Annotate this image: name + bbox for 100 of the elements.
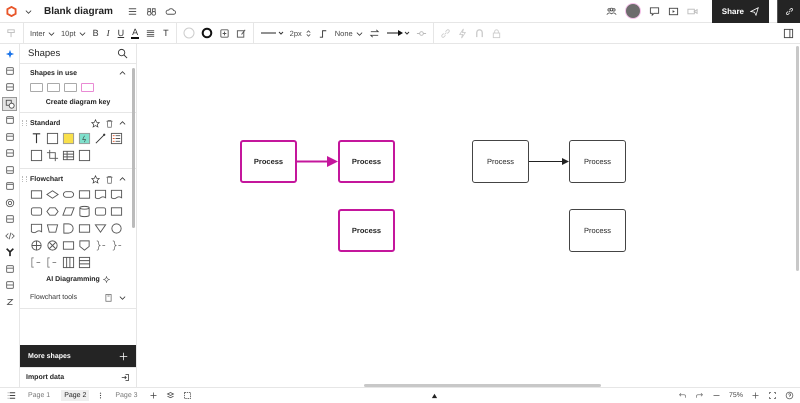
format-button[interactable]: I [106, 28, 111, 38]
plus-icon [119, 352, 128, 360]
line-shape-icon[interactable] [94, 132, 107, 145]
target-icon[interactable] [3, 196, 16, 208]
fit-screen-icon[interactable] [768, 391, 778, 400]
line-end-icon[interactable] [386, 29, 410, 37]
document-title[interactable]: Blank diagram [44, 6, 113, 16]
crop-shape-icon[interactable] [46, 149, 59, 162]
loop-shape-icon[interactable] [78, 222, 91, 235]
tape-shape-icon[interactable] [30, 222, 43, 235]
star-icon[interactable] [91, 175, 100, 184]
send-icon [750, 6, 759, 16]
stroke-circle-icon[interactable] [200, 27, 213, 39]
card-shape-icon[interactable] [78, 149, 91, 162]
binoculars-icon[interactable] [146, 6, 157, 16]
swimh-shape-icon[interactable] [78, 256, 91, 269]
redo-icon[interactable] [695, 391, 704, 400]
search-icon[interactable] [117, 48, 128, 59]
zoom-in-icon[interactable] [751, 391, 760, 400]
present-icon[interactable] [668, 6, 679, 16]
list-shape-icon[interactable] [110, 132, 123, 145]
caret-icon[interactable] [119, 294, 126, 301]
display-shape-icon[interactable] [62, 239, 75, 252]
link-icon [784, 6, 794, 16]
swimv-shape-icon[interactable] [62, 256, 75, 269]
connector-icon[interactable] [318, 28, 329, 38]
line-style-icon[interactable] [260, 29, 284, 37]
people-icon[interactable] [606, 6, 617, 16]
caret-icon [356, 30, 363, 36]
square-shape-icon[interactable] [46, 132, 59, 145]
text-color-button[interactable]: A [131, 27, 140, 39]
bracket2-shape-icon[interactable] [46, 256, 59, 269]
lightning-note-shape-icon[interactable] [78, 132, 91, 145]
swap-pages-icon[interactable] [182, 391, 192, 400]
drag-handle-icon[interactable] [22, 120, 27, 126]
offpage-shape-icon[interactable] [78, 239, 91, 252]
caret-icon[interactable] [119, 120, 126, 127]
multidoc-shape-icon[interactable] [110, 188, 123, 201]
para-shape-icon[interactable] [62, 205, 75, 218]
rect2-shape-icon[interactable] [30, 205, 43, 218]
text-shape-icon[interactable] [30, 132, 43, 145]
avatar[interactable] [624, 3, 641, 19]
code-icon[interactable] [3, 230, 16, 242]
clipboard-icon[interactable] [104, 293, 113, 302]
shape-options-icon[interactable] [218, 28, 230, 38]
format-button[interactable]: U [116, 28, 126, 38]
hexagon-shape-icon[interactable] [46, 205, 59, 218]
swap-icon[interactable] [368, 28, 380, 38]
circle-shape-icon[interactable] [110, 222, 123, 235]
horizontal-scrollbar[interactable] [364, 384, 601, 387]
page-list-icon[interactable] [6, 390, 17, 401]
text-options-button[interactable]: T [162, 28, 170, 38]
docshape-shape-icon[interactable] [94, 188, 107, 201]
rect-shape-icon[interactable] [30, 188, 43, 201]
style-icon[interactable] [236, 28, 247, 38]
delay-shape-icon[interactable] [62, 222, 75, 235]
branch-icon[interactable] [3, 246, 16, 258]
triangle-icon [431, 392, 438, 399]
sparkle-icon [102, 276, 110, 283]
cylinder-shape-icon[interactable] [78, 205, 91, 218]
connector-arrow[interactable] [529, 158, 569, 165]
star-icon[interactable] [91, 119, 100, 128]
shapes-icon[interactable] [3, 98, 16, 110]
help-icon[interactable] [785, 391, 794, 400]
vertical-scrollbar[interactable] [796, 46, 799, 271]
add-icon[interactable] [148, 391, 158, 400]
caret-icon [78, 30, 86, 36]
frame2-shape-icon[interactable] [110, 205, 123, 218]
trash-icon[interactable] [105, 119, 114, 128]
import-icon [121, 373, 130, 382]
panel-toggle-icon[interactable] [783, 28, 794, 38]
panel-title: Shapes [28, 48, 60, 59]
share-button[interactable]: Share [712, 0, 769, 22]
cloud-icon[interactable] [164, 6, 176, 16]
sumjunction-shape-icon[interactable] [30, 239, 43, 252]
brace2-shape-icon[interactable] [110, 239, 123, 252]
orjunction-shape-icon[interactable] [46, 239, 59, 252]
undo-icon[interactable] [678, 391, 687, 400]
link-button[interactable] [777, 0, 800, 22]
bracket-shape-icon[interactable] [30, 256, 43, 269]
brace-shape-icon[interactable] [94, 239, 107, 252]
comment-icon[interactable] [648, 6, 660, 16]
layers-icon[interactable] [166, 391, 175, 400]
diamond-shape-icon[interactable] [46, 188, 59, 201]
caret-icon[interactable] [25, 8, 32, 14]
caret-icon[interactable] [119, 70, 126, 77]
trap-shape-icon[interactable] [46, 222, 59, 235]
drag-handle-icon[interactable] [22, 176, 27, 182]
process2-shape-icon[interactable] [78, 188, 91, 201]
scrollbar[interactable] [132, 68, 135, 228]
menu-icon[interactable] [126, 6, 138, 16]
trash-icon[interactable] [105, 175, 114, 184]
align-icon[interactable] [145, 28, 156, 38]
corner-shape-icon[interactable] [30, 149, 43, 162]
caret-icon [48, 30, 56, 36]
caret-icon[interactable] [119, 176, 126, 183]
stored-shape-icon[interactable] [94, 205, 107, 218]
format-button[interactable]: B [92, 28, 100, 38]
triangle-shape-icon[interactable] [94, 222, 107, 235]
table-shape-icon[interactable] [62, 149, 75, 162]
